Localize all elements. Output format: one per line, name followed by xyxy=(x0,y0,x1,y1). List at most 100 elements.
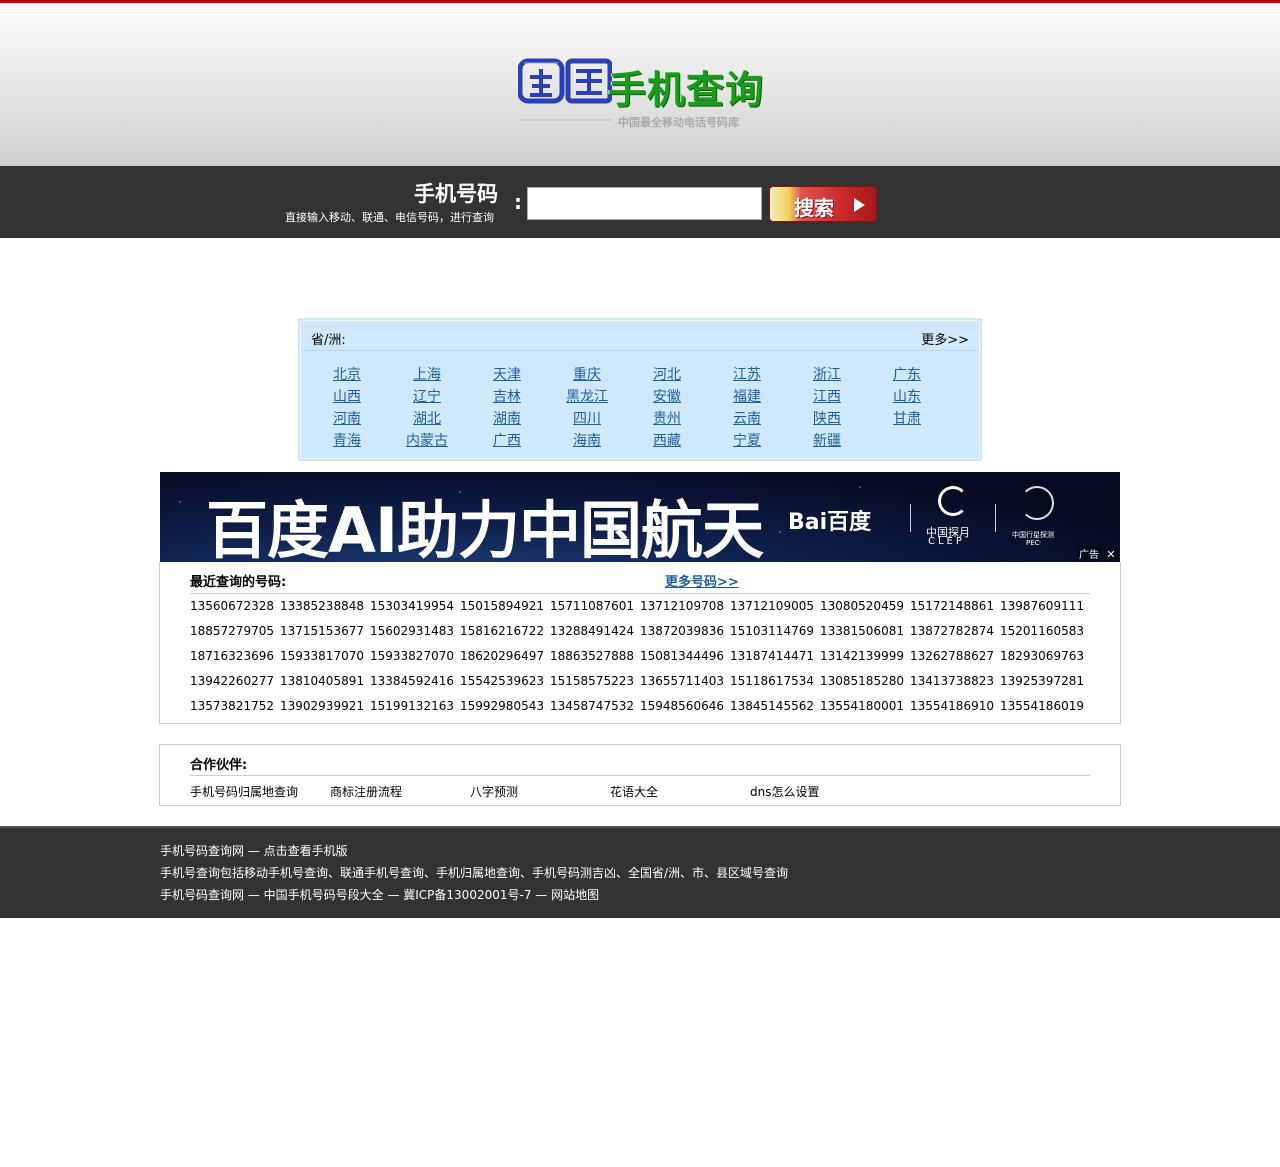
recent-number-link[interactable]: 13715153677 xyxy=(280,624,364,638)
recent-number-link[interactable]: 13385238848 xyxy=(280,599,364,613)
partner-link[interactable]: 手机号码归属地查询 xyxy=(190,783,298,800)
recent-number-link[interactable]: 13554186019 xyxy=(1000,699,1084,713)
recent-number-link[interactable]: 13187414471 xyxy=(730,649,814,663)
province-link[interactable]: 海南 xyxy=(547,430,627,450)
recent-number-link[interactable]: 18857279705 xyxy=(190,624,274,638)
province-link[interactable]: 山西 xyxy=(307,386,387,406)
recent-number-link[interactable]: 13384592416 xyxy=(370,674,454,688)
province-more-link[interactable]: 更多>> xyxy=(921,329,969,348)
recent-number-link[interactable]: 15711087601 xyxy=(550,599,634,613)
province-link[interactable]: 西藏 xyxy=(627,430,707,450)
recent-number-link[interactable]: 13872039836 xyxy=(640,624,724,638)
province-panel-header: 省/洲: 更多>> xyxy=(301,321,979,351)
recent-number-link[interactable]: 13925397281 xyxy=(1000,674,1084,688)
province-link[interactable]: 河北 xyxy=(627,364,707,384)
recent-number-link[interactable]: 15199132163 xyxy=(370,699,454,713)
recent-number-link[interactable]: 15172148861 xyxy=(910,599,994,613)
recent-number-link[interactable]: 13845145562 xyxy=(730,699,814,713)
province-link[interactable]: 内蒙古 xyxy=(387,430,467,450)
ad-banner[interactable]: 百度AI助力中国航天 Bai百度 中国探月 CLEP 中国行星探测 PEC 广告… xyxy=(160,472,1120,562)
recent-number-link[interactable]: 13712109708 xyxy=(640,599,724,613)
site-logo[interactable]: 手机查询 中国最全移动电话号码库 xyxy=(518,55,768,135)
recent-number-link[interactable]: 13085185280 xyxy=(820,674,904,688)
recent-number-link[interactable]: 15081344496 xyxy=(640,649,724,663)
province-link[interactable]: 辽宁 xyxy=(387,386,467,406)
recent-number-link[interactable]: 18620296497 xyxy=(460,649,544,663)
province-link[interactable]: 青海 xyxy=(307,430,387,450)
province-link[interactable]: 湖北 xyxy=(387,408,467,428)
close-icon[interactable]: ✕ xyxy=(1104,548,1118,561)
footer-line-links[interactable]: 手机号码查询网 — 中国手机号码号段大全 — 冀ICP备13002001号-7 … xyxy=(160,886,599,903)
recent-number-link[interactable]: 13413738823 xyxy=(910,674,994,688)
recent-number-link[interactable]: 15948560646 xyxy=(640,699,724,713)
province-link[interactable]: 甘肃 xyxy=(867,408,947,428)
province-link[interactable]: 重庆 xyxy=(547,364,627,384)
province-link[interactable]: 江苏 xyxy=(707,364,787,384)
recent-number-link[interactable]: 13080520459 xyxy=(820,599,904,613)
phone-search-input[interactable] xyxy=(527,187,762,220)
logo-underline xyxy=(520,119,612,121)
province-link[interactable]: 宁夏 xyxy=(707,430,787,450)
recent-number-link[interactable]: 15015894921 xyxy=(460,599,544,613)
recent-number-link[interactable]: 13942260277 xyxy=(190,674,274,688)
recent-number-link[interactable]: 18293069763 xyxy=(1000,649,1084,663)
province-link[interactable]: 贵州 xyxy=(627,408,707,428)
recent-number-link[interactable]: 13554180001 xyxy=(820,699,904,713)
recent-number-link[interactable]: 15103114769 xyxy=(730,624,814,638)
province-link[interactable]: 安徽 xyxy=(627,386,707,406)
recent-number-link[interactable]: 13810405891 xyxy=(280,674,364,688)
recent-number-link[interactable]: 13712109005 xyxy=(730,599,814,613)
province-link[interactable]: 四川 xyxy=(547,408,627,428)
province-link[interactable]: 广东 xyxy=(867,364,947,384)
recent-number-link[interactable]: 13381506081 xyxy=(820,624,904,638)
search-button[interactable]: 搜索 xyxy=(769,186,877,222)
province-link[interactable]: 广西 xyxy=(467,430,547,450)
recent-number-link[interactable]: 13554186910 xyxy=(910,699,994,713)
recent-number-link[interactable]: 13573821752 xyxy=(190,699,274,713)
partner-link[interactable]: dns怎么设置 xyxy=(750,783,819,800)
recent-number-link[interactable]: 13655711403 xyxy=(640,674,724,688)
recent-number-link[interactable]: 13288491424 xyxy=(550,624,634,638)
ad-divider xyxy=(995,504,996,532)
partner-link[interactable]: 八字预测 xyxy=(470,783,518,800)
province-link[interactable]: 河南 xyxy=(307,408,387,428)
recent-number-link[interactable]: 15158575223 xyxy=(550,674,634,688)
recent-number-link[interactable]: 18863527888 xyxy=(550,649,634,663)
recent-number-link[interactable]: 15816216722 xyxy=(460,624,544,638)
province-link[interactable]: 北京 xyxy=(307,364,387,384)
recent-number-link[interactable]: 15933817070 xyxy=(280,649,364,663)
recent-number-link[interactable]: 13142139999 xyxy=(820,649,904,663)
recent-queries-panel: 最近查询的号码: 更多号码>> 13560672328 13385238848 15… xyxy=(159,562,1121,724)
province-link[interactable]: 福建 xyxy=(707,386,787,406)
province-link[interactable]: 黑龙江 xyxy=(547,386,627,406)
partner-link[interactable]: 商标注册流程 xyxy=(330,783,402,800)
recent-number-link[interactable]: 13987609111 xyxy=(1000,599,1084,613)
footer-line-mobile[interactable]: 手机号码查询网 — 点击查看手机版 xyxy=(160,842,348,859)
province-link[interactable]: 浙江 xyxy=(787,364,867,384)
recent-number-link[interactable]: 13458747532 xyxy=(550,699,634,713)
recent-number-link[interactable]: 15542539623 xyxy=(460,674,544,688)
recent-number-link[interactable]: 15118617534 xyxy=(730,674,814,688)
recent-number-link[interactable]: 15933827070 xyxy=(370,649,454,663)
recent-number-link[interactable]: 13872782874 xyxy=(910,624,994,638)
province-link[interactable]: 山东 xyxy=(867,386,947,406)
province-link[interactable]: 江西 xyxy=(787,386,867,406)
partner-link[interactable]: 花语大全 xyxy=(610,783,658,800)
recent-number-link[interactable]: 18716323696 xyxy=(190,649,274,663)
recent-number-link[interactable]: 15602931483 xyxy=(370,624,454,638)
province-link[interactable]: 湖南 xyxy=(467,408,547,428)
more-numbers-link[interactable]: 更多号码>> xyxy=(665,571,739,590)
recent-number-link[interactable]: 15992980543 xyxy=(460,699,544,713)
recent-number-link[interactable]: 13902939921 xyxy=(280,699,364,713)
recent-number-link[interactable]: 15303419954 xyxy=(370,599,454,613)
province-link[interactable]: 新疆 xyxy=(787,430,867,450)
province-link[interactable]: 上海 xyxy=(387,364,467,384)
recent-number-link[interactable]: 13560672328 xyxy=(190,599,274,613)
recent-number-link[interactable]: 15201160583 xyxy=(1000,624,1084,638)
ad-label[interactable]: 广告 xyxy=(1076,546,1102,561)
province-link[interactable]: 天津 xyxy=(467,364,547,384)
province-link[interactable]: 吉林 xyxy=(467,386,547,406)
province-link[interactable]: 云南 xyxy=(707,408,787,428)
province-link[interactable]: 陕西 xyxy=(787,408,867,428)
recent-number-link[interactable]: 13262788627 xyxy=(910,649,994,663)
